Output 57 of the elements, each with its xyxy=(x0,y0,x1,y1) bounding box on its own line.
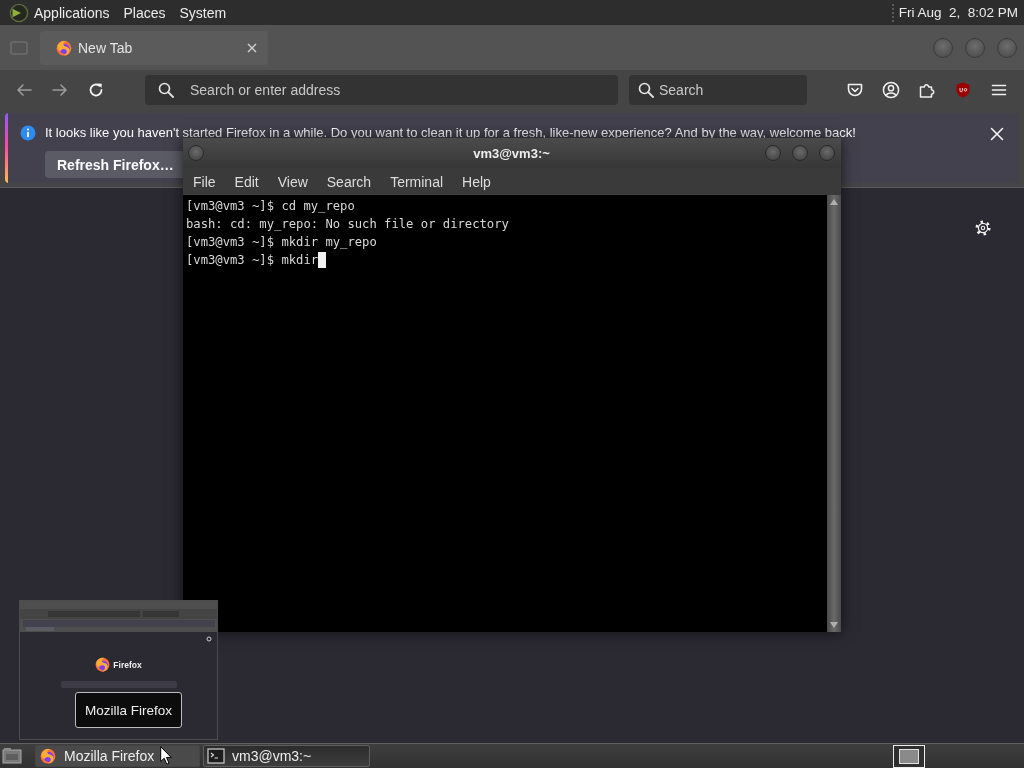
taskbar-button[interactable]: Mozilla Firefox xyxy=(35,745,200,767)
maximize-button[interactable] xyxy=(965,37,985,58)
window-menu-button[interactable] xyxy=(188,145,204,161)
workspace-switcher[interactable] xyxy=(893,744,925,768)
close-button[interactable] xyxy=(819,145,835,161)
menu-item[interactable]: Terminal xyxy=(390,173,444,190)
terminal-line: [vm3@vm3 ~]$ mkdir my_repo xyxy=(186,234,377,251)
search-icon xyxy=(638,82,654,98)
desktop-icon[interactable] xyxy=(2,747,22,765)
menu-item[interactable]: Edit xyxy=(234,173,259,190)
tooltip: Mozilla Firefox xyxy=(75,692,182,728)
terminal-line: bash: cd: my_repo: No such file or directory xyxy=(186,216,509,233)
terminal-screen[interactable]: [vm3@vm3 ~]$ cd my_repo bash: cd: my_repo: No such file or directory [vm3@vm3 ~]$ mkdir my_repo [vm3@vm3 ~]$ mkdir xyxy=(183,195,827,632)
clock[interactable]: Fri Aug 2, 8:02 PM xyxy=(898,3,1018,22)
close-button[interactable] xyxy=(997,37,1017,58)
panel-menu-item[interactable]: Applications xyxy=(34,3,110,22)
browser-logo-icon xyxy=(95,657,111,672)
tab-label: New Tab xyxy=(78,39,134,56)
logo-text: Firefox xyxy=(113,659,142,670)
task-label: Mozilla Firefox xyxy=(64,748,155,764)
refresh-button[interactable]: Refresh Firefox… xyxy=(45,151,186,178)
minimize-button[interactable] xyxy=(933,37,953,58)
menu-item[interactable]: File xyxy=(193,173,216,190)
scroll-up-icon[interactable] xyxy=(830,199,838,205)
browser-tab[interactable]: New Tab xyxy=(40,30,268,65)
mouse-pointer-icon xyxy=(160,746,172,765)
info-icon xyxy=(20,125,36,141)
close-icon[interactable] xyxy=(246,41,258,54)
search-icon xyxy=(158,82,174,98)
browser-logo-icon xyxy=(56,39,72,56)
panel-menu-item[interactable]: Places xyxy=(123,3,166,22)
terminal-line: [vm3@vm3 ~]$ mkdir xyxy=(186,252,319,269)
panel-menu-item[interactable]: System xyxy=(179,3,227,22)
browser-logo-icon xyxy=(39,748,57,764)
puzzle-icon[interactable] xyxy=(918,81,936,99)
maximize-button[interactable] xyxy=(792,145,808,161)
address-field[interactable]: Search or enter address xyxy=(145,75,618,105)
scroll-down-icon[interactable] xyxy=(830,622,838,628)
account-icon[interactable] xyxy=(882,81,900,99)
shield-icon[interactable] xyxy=(954,81,972,99)
window-title: vm3@vm3:~ xyxy=(473,145,550,161)
reload-icon[interactable] xyxy=(87,81,105,99)
play-circle-icon[interactable] xyxy=(9,2,29,23)
chevron-shield-icon[interactable] xyxy=(846,81,864,99)
scrollbar[interactable] xyxy=(827,195,841,632)
settings-icon[interactable] xyxy=(975,220,991,236)
menu-item[interactable]: View xyxy=(277,173,308,190)
menu-item[interactable]: Search xyxy=(326,173,372,190)
terminal-icon xyxy=(207,748,225,764)
settings-icon xyxy=(206,636,212,642)
minimize-button[interactable] xyxy=(765,145,781,161)
search-field[interactable]: Search xyxy=(629,75,807,105)
taskbar-button[interactable]: vm3@vm3:~ xyxy=(203,745,370,767)
terminal-line: [vm3@vm3 ~]$ cd my_repo xyxy=(186,198,355,215)
block-cursor-icon xyxy=(318,252,327,268)
task-label: vm3@vm3:~ xyxy=(232,748,312,764)
menu-item[interactable]: Help xyxy=(462,173,491,190)
